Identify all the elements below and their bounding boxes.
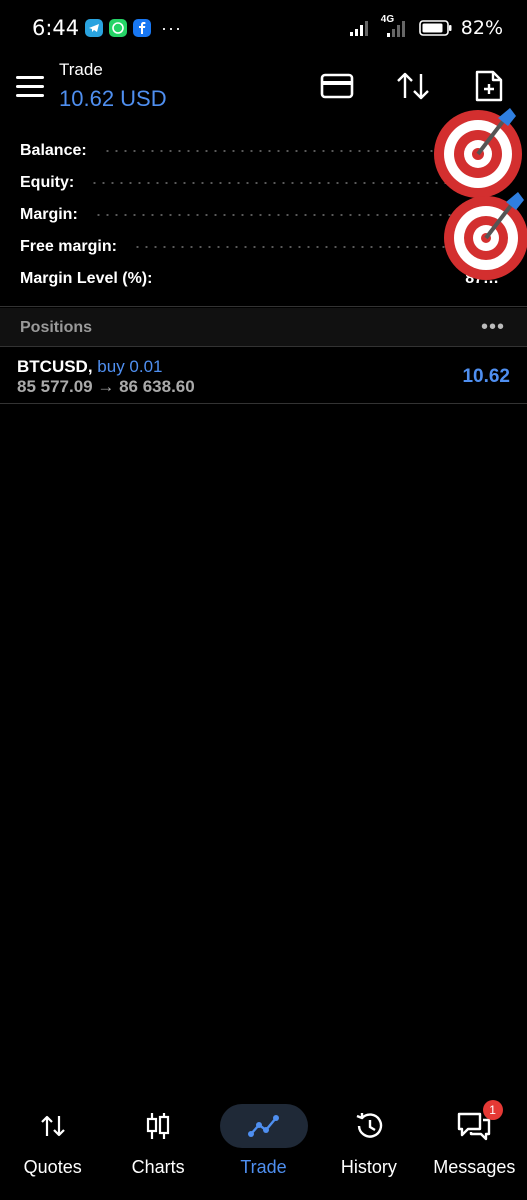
nav-messages[interactable]: 1 Messages xyxy=(422,1090,527,1200)
position-side: buy 0.01 xyxy=(97,357,163,376)
whatsapp-icon xyxy=(109,19,127,37)
free-margin-label: Free margin: xyxy=(20,238,117,255)
nav-history[interactable]: History xyxy=(316,1090,421,1200)
bottom-nav: Quotes Charts Trade History 1 Messages xyxy=(0,1090,527,1200)
battery-icon xyxy=(418,20,452,36)
battery-percent: 82% xyxy=(460,17,503,39)
equity-label: Equity: xyxy=(20,174,75,191)
new-document-icon xyxy=(475,70,503,102)
nav-history-label: History xyxy=(340,1157,397,1177)
messages-badge: 1 xyxy=(482,1100,503,1120)
sort-button[interactable] xyxy=(393,68,433,104)
sort-arrows-icon xyxy=(397,72,429,100)
nav-charts[interactable]: Charts xyxy=(105,1090,210,1200)
facebook-icon xyxy=(133,19,151,37)
history-clock-icon xyxy=(356,1113,383,1138)
more-notifications: ··· xyxy=(161,18,182,38)
trade-line-icon xyxy=(247,1115,279,1137)
notification-icons: ··· xyxy=(85,19,182,37)
status-right: 4G 82% xyxy=(349,14,503,39)
position-row-divider xyxy=(0,403,527,404)
signal-icon xyxy=(349,21,368,36)
card-icon xyxy=(320,73,354,99)
nav-trade-label: Trade xyxy=(240,1157,287,1177)
quotes-arrows-icon xyxy=(40,1115,65,1137)
deposit-button[interactable] xyxy=(317,68,357,104)
new-order-button[interactable] xyxy=(469,68,509,104)
nav-trade[interactable]: Trade xyxy=(211,1090,316,1200)
summary-divider xyxy=(0,306,527,307)
position-symbol: BTCUSD, buy 0.01 xyxy=(17,357,163,376)
network-type: 4G xyxy=(381,14,411,38)
target-dart-icon-2 xyxy=(444,192,527,280)
signal-2-icon xyxy=(386,21,405,37)
nav-messages-label: Messages xyxy=(433,1157,516,1177)
status-bar: 6:44 ··· 4G 82% xyxy=(0,0,527,56)
nav-charts-label: Charts xyxy=(131,1157,185,1177)
position-prices: 85 577.09 → 86 638.60 xyxy=(17,377,195,396)
candlestick-icon xyxy=(147,1113,170,1139)
position-profit: 10.62 xyxy=(462,366,510,387)
nav-quotes[interactable]: Quotes xyxy=(0,1090,105,1200)
nav-quotes-label: Quotes xyxy=(23,1157,82,1177)
positions-header: Positions ••• xyxy=(0,308,527,346)
balance-label: Balance: xyxy=(20,142,87,159)
margin-label: Margin: xyxy=(20,206,78,223)
page-title: Trade xyxy=(59,60,103,79)
positions-title: Positions xyxy=(20,319,93,336)
position-row[interactable]: BTCUSD, buy 0.01 85 577.09 → 86 638.60 1… xyxy=(0,347,527,403)
status-time: 6:44 xyxy=(32,16,80,40)
account-profit: 10.62 USD xyxy=(59,86,167,111)
margin-level-label: Margin Level (%): xyxy=(20,270,153,287)
telegram-icon xyxy=(85,19,103,37)
menu-icon[interactable] xyxy=(16,76,44,98)
positions-more-button[interactable]: ••• xyxy=(481,316,505,339)
